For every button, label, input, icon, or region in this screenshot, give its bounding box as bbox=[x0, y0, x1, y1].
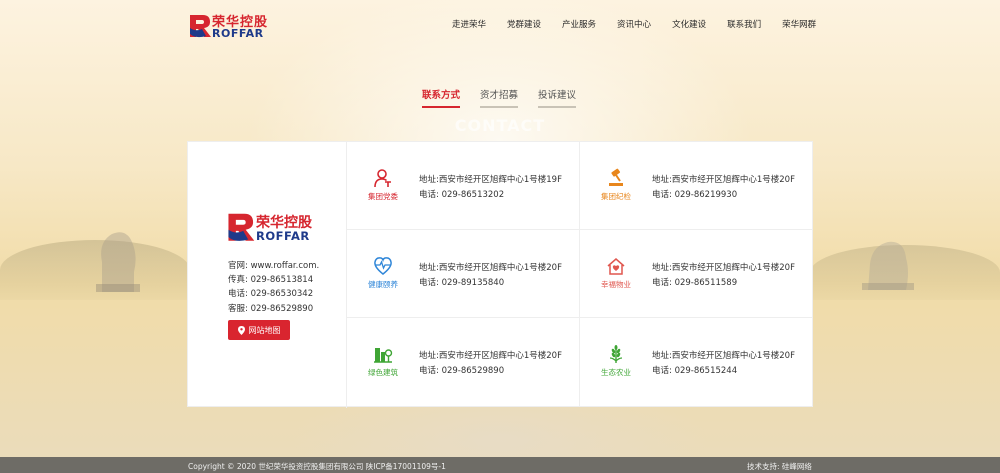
site-header: 荣华控股 ROFFAR 走进荣华 党群建设 产业服务 资讯中心 文化建设 联系我… bbox=[0, 0, 1000, 50]
contact-name: 健康颐养 bbox=[368, 280, 398, 289]
tab-complaints[interactable]: 投诉建议 bbox=[538, 87, 577, 108]
company-logo: 荣华控股 ROFFAR bbox=[226, 210, 316, 244]
company-details: 官网: www.roffar.com. 传真: 029-86513814 电话:… bbox=[228, 259, 319, 316]
contact-cell-agriculture: 生态农业 地址:西安市经开区旭辉中心1号楼20F 电话: 029-8651524… bbox=[580, 318, 813, 407]
contact-name: 生态农业 bbox=[601, 368, 631, 377]
footer-tech-support[interactable]: 技术支持: 硅峰网络 bbox=[747, 461, 812, 472]
company-service: 客服: 029-86529890 bbox=[228, 303, 314, 314]
home-heart-icon bbox=[607, 258, 625, 275]
nav-network[interactable]: 荣华网群 bbox=[782, 18, 816, 30]
site-footer: Copyright © 2020 世纪荣华投资控股集团有限公司 陕ICP备170… bbox=[0, 457, 1000, 473]
contact-cell-green-building: 绿色建筑 地址:西安市经开区旭辉中心1号楼20F 电话: 029-8652989… bbox=[347, 318, 580, 407]
contact-name: 幸福物业 bbox=[601, 280, 631, 289]
site-map-label: 网站地图 bbox=[248, 325, 281, 335]
site-logo[interactable]: 荣华控股 ROFFAR bbox=[188, 12, 268, 40]
contact-address: 地址:西安市经开区旭辉中心1号楼20F bbox=[652, 175, 795, 185]
contact-card: 荣华控股 ROFFAR 官网: www.roffar.com. 传真: 029-… bbox=[187, 141, 813, 408]
contact-name: 集团纪检 bbox=[601, 192, 631, 201]
location-pin-icon bbox=[237, 325, 245, 335]
contact-details: 地址:西安市经开区旭辉中心1号楼19F 电话: 029-86513202 bbox=[419, 173, 562, 203]
company-info-panel: 荣华控股 ROFFAR 官网: www.roffar.com. 传真: 029-… bbox=[188, 142, 347, 408]
contact-cell-discipline: 集团纪检 地址:西安市经开区旭辉中心1号楼20F 电话: 029-8621993… bbox=[580, 142, 813, 230]
contact-icon-block: 生态农业 bbox=[598, 344, 634, 378]
contact-icon-block: 幸福物业 bbox=[598, 256, 634, 290]
contact-phone: 电话: 029-86511589 bbox=[652, 278, 738, 288]
building-tree-icon bbox=[374, 348, 393, 363]
contact-cell-property: 幸福物业 地址:西安市经开区旭辉中心1号楼20F 电话: 029-8651158… bbox=[580, 230, 813, 318]
party-icon bbox=[374, 169, 391, 188]
contact-phone: 电话: 029-86529890 bbox=[419, 366, 505, 376]
contact-phone: 电话: 029-89135840 bbox=[419, 278, 505, 288]
company-logo-en: ROFFAR bbox=[256, 229, 310, 243]
contact-details: 地址:西安市经开区旭辉中心1号楼20F 电话: 029-86529890 bbox=[419, 349, 562, 379]
contact-address: 地址:西安市经开区旭辉中心1号楼20F bbox=[419, 263, 562, 273]
wheat-icon bbox=[609, 345, 623, 363]
section-title: CONTACT bbox=[454, 116, 546, 135]
tab-contact-info[interactable]: 联系方式 bbox=[422, 87, 461, 108]
contact-details: 地址:西安市经开区旭辉中心1号楼20F 电话: 029-89135840 bbox=[419, 261, 562, 291]
contact-icon-block: 集团党委 bbox=[365, 168, 401, 202]
roffar-logo-mark-icon bbox=[228, 213, 255, 241]
contact-phone: 电话: 029-86513202 bbox=[419, 190, 505, 200]
lion-statue-right bbox=[862, 241, 914, 290]
company-website[interactable]: 官网: www.roffar.com. bbox=[228, 259, 319, 273]
nav-party[interactable]: 党群建设 bbox=[507, 18, 541, 30]
lion-statue-left bbox=[96, 232, 140, 292]
contact-name: 集团党委 bbox=[368, 192, 398, 201]
roffar-logo-mark-icon bbox=[190, 15, 211, 38]
main-nav: 走进荣华 党群建设 产业服务 资讯中心 文化建设 联系我们 荣华网群 bbox=[452, 18, 816, 30]
contact-details: 地址:西安市经开区旭辉中心1号楼20F 电话: 029-86515244 bbox=[652, 349, 795, 379]
gavel-icon bbox=[609, 168, 623, 186]
nav-culture[interactable]: 文化建设 bbox=[672, 18, 706, 30]
contact-address: 地址:西安市经开区旭辉中心1号楼19F bbox=[419, 175, 562, 185]
nav-news[interactable]: 资讯中心 bbox=[617, 18, 651, 30]
nav-about[interactable]: 走进荣华 bbox=[452, 18, 486, 30]
contact-address: 地址:西安市经开区旭辉中心1号楼20F bbox=[652, 351, 795, 361]
logo-english-text: ROFFAR bbox=[212, 27, 264, 40]
contact-details: 地址:西安市经开区旭辉中心1号楼20F 电话: 029-86219930 bbox=[652, 173, 795, 203]
tab-recruitment[interactable]: 资才招募 bbox=[480, 87, 519, 108]
company-phone: 电话: 029-86530342 bbox=[228, 289, 314, 300]
heart-pulse-icon bbox=[374, 257, 392, 275]
contact-tabs: 联系方式 资才招募 投诉建议 bbox=[422, 87, 577, 108]
contact-details: 地址:西安市经开区旭辉中心1号楼20F 电话: 029-86511589 bbox=[652, 261, 795, 291]
contact-phone: 电话: 029-86515244 bbox=[652, 366, 738, 376]
footer-copyright[interactable]: Copyright © 2020 世纪荣华投资控股集团有限公司 陕ICP备170… bbox=[188, 461, 446, 472]
contact-cell-party: 集团党委 地址:西安市经开区旭辉中心1号楼19F 电话: 029-8651320… bbox=[347, 142, 580, 230]
contact-address: 地址:西安市经开区旭辉中心1号楼20F bbox=[652, 263, 795, 273]
contact-cell-health: 健康颐养 地址:西安市经开区旭辉中心1号楼20F 电话: 029-8913584… bbox=[347, 230, 580, 318]
nav-industry[interactable]: 产业服务 bbox=[562, 18, 596, 30]
contact-icon-block: 绿色建筑 bbox=[365, 344, 401, 378]
contact-name: 绿色建筑 bbox=[368, 368, 398, 377]
company-fax: 传真: 029-86513814 bbox=[228, 275, 314, 286]
nav-contact[interactable]: 联系我们 bbox=[727, 18, 761, 30]
contact-icon-block: 集团纪检 bbox=[598, 168, 634, 202]
contact-icon-block: 健康颐养 bbox=[365, 256, 401, 290]
site-map-button[interactable]: 网站地图 bbox=[228, 320, 290, 340]
contact-address: 地址:西安市经开区旭辉中心1号楼20F bbox=[419, 351, 562, 361]
contact-phone: 电话: 029-86219930 bbox=[652, 190, 738, 200]
